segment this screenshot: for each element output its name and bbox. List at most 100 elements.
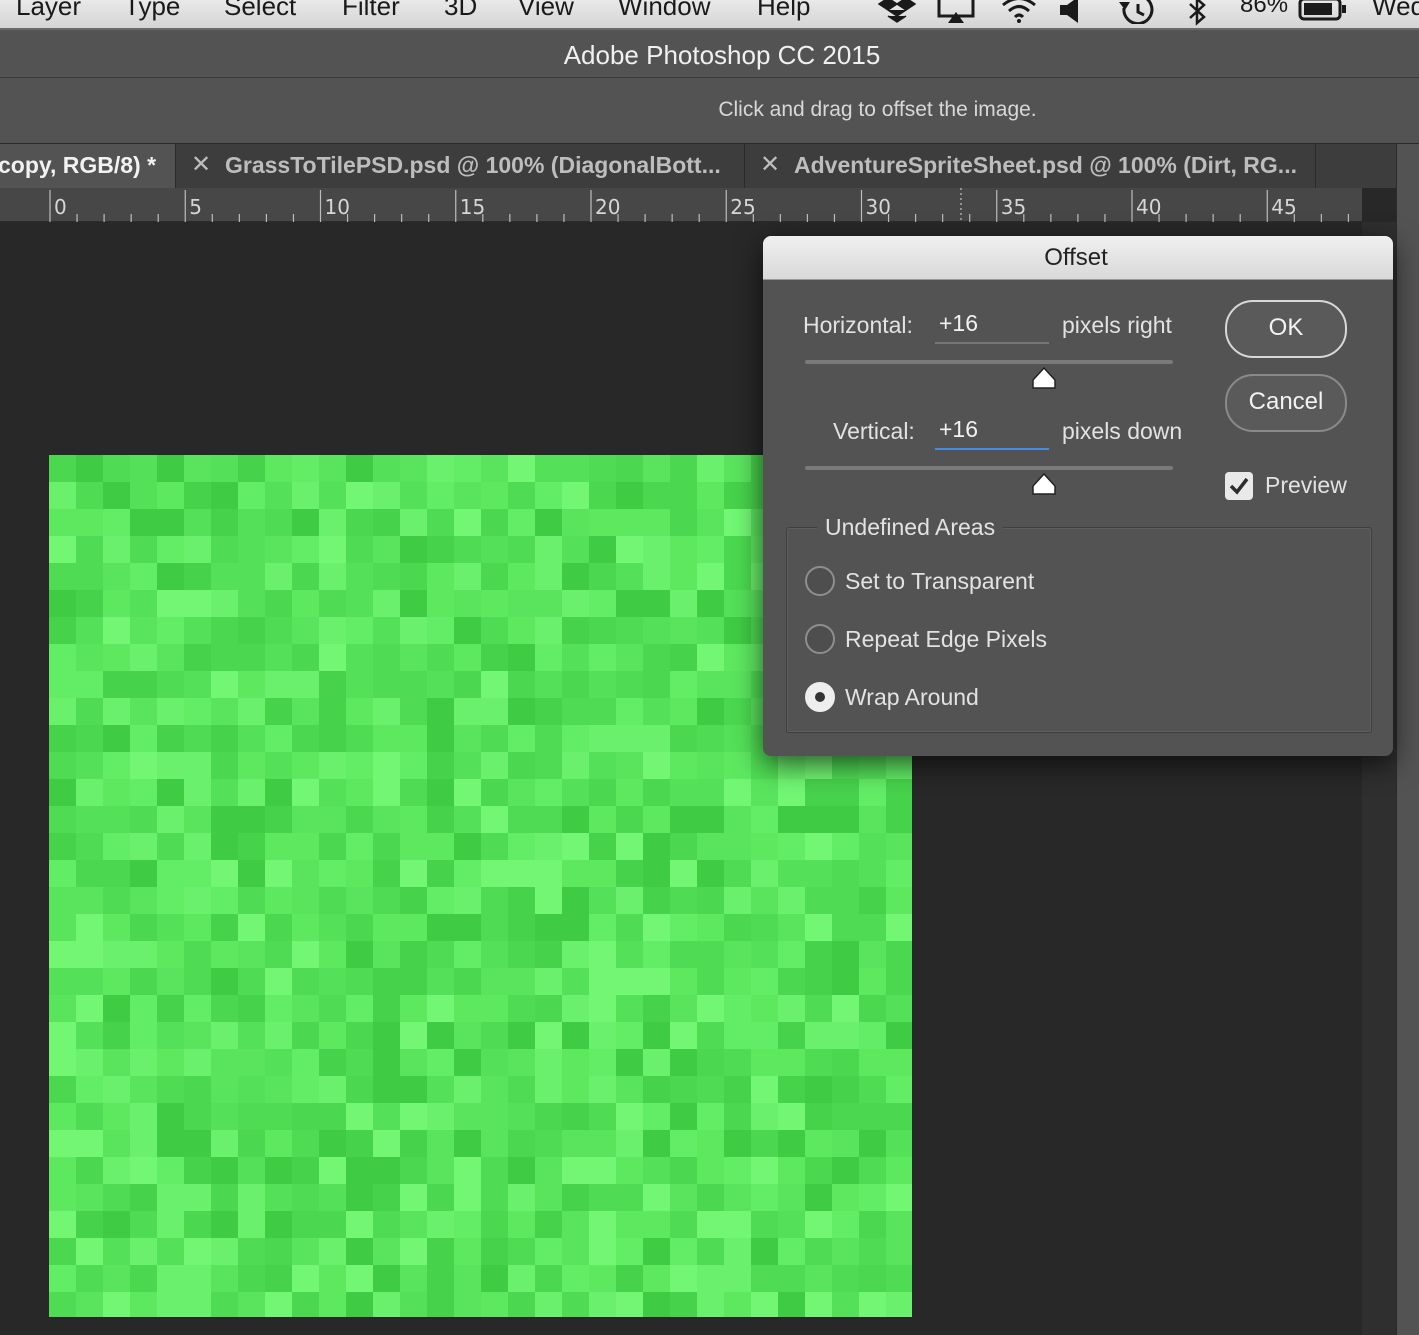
grass-tile xyxy=(670,941,697,968)
grass-tile xyxy=(373,1103,400,1130)
grass-tile xyxy=(481,806,508,833)
menu-window[interactable]: Window xyxy=(618,0,710,22)
menu-3d[interactable]: 3D xyxy=(444,0,477,22)
horizontal-slider-thumb[interactable] xyxy=(1031,366,1057,390)
grass-tile xyxy=(805,1184,832,1211)
grass-tile xyxy=(724,1022,751,1049)
preview-checkbox[interactable] xyxy=(1225,472,1253,500)
grass-tile xyxy=(697,914,724,941)
menu-layer[interactable]: Layer xyxy=(16,0,81,22)
grass-tile xyxy=(751,833,778,860)
battery-icon[interactable] xyxy=(1298,0,1348,24)
grass-tile xyxy=(400,698,427,725)
tab-close-icon[interactable]: ✕ xyxy=(760,150,780,179)
grass-tile xyxy=(157,725,184,752)
ok-button[interactable]: OK xyxy=(1225,300,1347,358)
set-to-transparent-label[interactable]: Set to Transparent xyxy=(845,568,1034,595)
repeat-edge-pixels-label[interactable]: Repeat Edge Pixels xyxy=(845,626,1047,653)
horizontal-ruler[interactable]: 0 5 10 15 20 25 30 35 40 45 xyxy=(0,188,1362,222)
cancel-button[interactable]: Cancel xyxy=(1225,374,1347,432)
grass-tile xyxy=(454,1238,481,1265)
grass-tile xyxy=(832,1049,859,1076)
grass-tile xyxy=(211,509,238,536)
grass-tile xyxy=(562,968,589,995)
grass-tile xyxy=(562,1292,589,1317)
menu-type[interactable]: Type xyxy=(124,0,180,22)
document-tab-adventure-sprite-sheet[interactable]: ✕ AdventureSpriteSheet.psd @ 100% (Dirt,… xyxy=(746,144,1316,188)
vertical-offset-field[interactable] xyxy=(935,414,1049,450)
grass-tile xyxy=(427,779,454,806)
grass-tile xyxy=(670,995,697,1022)
grass-tile xyxy=(562,752,589,779)
grass-tile xyxy=(751,1022,778,1049)
wifi-icon[interactable] xyxy=(1000,0,1038,24)
grass-tile xyxy=(427,1103,454,1130)
menu-filter[interactable]: Filter xyxy=(342,0,400,22)
grass-tile xyxy=(292,1076,319,1103)
menu-view[interactable]: View xyxy=(518,0,574,22)
horizontal-slider-track[interactable] xyxy=(805,360,1173,364)
grass-tile xyxy=(238,644,265,671)
grass-tile xyxy=(319,536,346,563)
grass-tile xyxy=(697,1238,724,1265)
horizontal-offset-field[interactable] xyxy=(935,308,1049,344)
grass-tile xyxy=(427,941,454,968)
ruler-label: 40 xyxy=(1136,195,1161,219)
wrap-around-radio[interactable] xyxy=(805,682,835,712)
grass-tile xyxy=(886,1292,912,1317)
vertical-slider-thumb[interactable] xyxy=(1031,472,1057,496)
repeat-edge-pixels-radio[interactable] xyxy=(805,624,835,654)
grass-tile xyxy=(400,563,427,590)
set-to-transparent-radio[interactable] xyxy=(805,566,835,596)
grass-tile xyxy=(751,941,778,968)
bluetooth-icon[interactable] xyxy=(1186,0,1210,26)
grass-tile xyxy=(508,1049,535,1076)
grass-tile xyxy=(346,698,373,725)
vertical-slider-track[interactable] xyxy=(805,466,1173,470)
grass-tile xyxy=(157,1130,184,1157)
battery-percent[interactable]: 86% xyxy=(1240,0,1288,19)
grass-tile xyxy=(49,1211,76,1238)
grass-tile xyxy=(211,617,238,644)
grass-tile xyxy=(643,941,670,968)
grass-tile xyxy=(643,779,670,806)
wrap-around-label[interactable]: Wrap Around xyxy=(845,684,979,711)
grass-tile xyxy=(130,887,157,914)
grass-tile xyxy=(670,1265,697,1292)
grass-tile xyxy=(697,644,724,671)
airplay-icon[interactable] xyxy=(936,0,976,24)
grass-tile xyxy=(373,995,400,1022)
dropbox-icon[interactable] xyxy=(878,0,916,24)
grass-tile xyxy=(373,698,400,725)
grass-tile xyxy=(724,617,751,644)
menu-select[interactable]: Select xyxy=(224,0,296,22)
grass-tile xyxy=(49,698,76,725)
grass-tile xyxy=(130,995,157,1022)
grass-tile xyxy=(265,1049,292,1076)
grass-tile xyxy=(238,1049,265,1076)
grass-tile xyxy=(670,914,697,941)
grass-tile xyxy=(859,860,886,887)
menu-help[interactable]: Help xyxy=(757,0,810,22)
grass-tile xyxy=(319,1103,346,1130)
dialog-title-bar[interactable]: Offset xyxy=(763,236,1393,280)
preview-label[interactable]: Preview xyxy=(1265,472,1347,499)
document-tab-active[interactable]: copy, RGB/8) * xyxy=(0,144,176,188)
time-machine-icon[interactable] xyxy=(1116,0,1158,24)
grass-tile xyxy=(76,806,103,833)
document-tab-grass-to-tile[interactable]: ✕ GrassToTilePSD.psd @ 100% (DiagonalBot… xyxy=(177,144,745,188)
grass-tile xyxy=(49,671,76,698)
grass-tile xyxy=(724,455,751,482)
grass-tile xyxy=(238,1157,265,1184)
volume-icon[interactable] xyxy=(1058,0,1084,24)
grass-tile xyxy=(238,1022,265,1049)
offset-dialog: Offset Horizontal: pixels right Vertical… xyxy=(763,236,1393,756)
grass-tile xyxy=(508,1211,535,1238)
menubar-clock[interactable]: Wed xyxy=(1372,0,1419,22)
grass-tile xyxy=(130,1157,157,1184)
grass-tile xyxy=(103,509,130,536)
grass-tile xyxy=(832,1103,859,1130)
grass-tile xyxy=(805,806,832,833)
grass-tile xyxy=(373,968,400,995)
tab-close-icon[interactable]: ✕ xyxy=(191,150,211,179)
